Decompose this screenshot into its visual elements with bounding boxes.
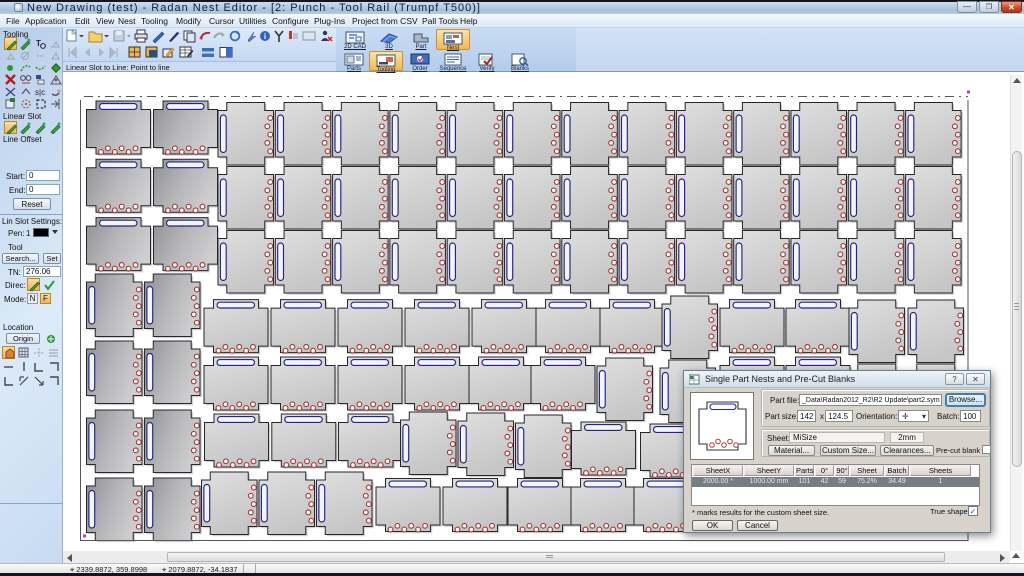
svg-text:s|c: s|c (35, 88, 45, 97)
svg-text:i: i (264, 32, 266, 41)
